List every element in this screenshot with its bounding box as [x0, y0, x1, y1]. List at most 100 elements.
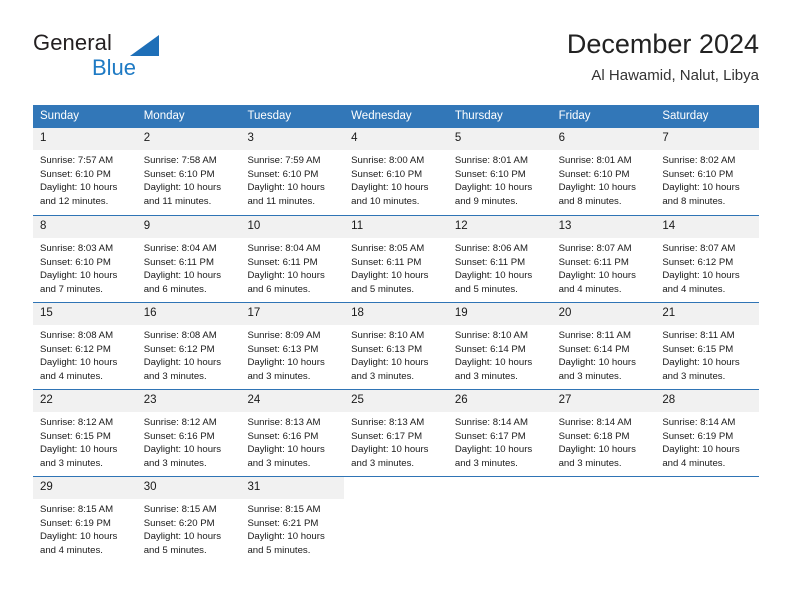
daylight-duration-line2: and 3 minutes. — [662, 370, 726, 382]
sunrise-time: Sunrise: 8:04 AM — [247, 243, 321, 254]
calendar-day-cell[interactable]: 22 Sunrise: 8:12 AM Sunset: 6:15 PM Dayligh… — [33, 390, 137, 476]
calendar-day-cell[interactable]: 11 Sunrise: 8:05 AM Sunset: 6:11 PM Dayligh… — [344, 216, 448, 302]
calendar-day-cell[interactable]: 30 Sunrise: 8:15 AM Sunset: 6:20 PM Dayligh… — [136, 477, 241, 563]
calendar-day-cell[interactable]: 1 Sunrise: 7:57 AM Sunset: 6:10 PM Daylight… — [33, 128, 137, 215]
daylight-duration-line2: and 4 minutes. — [662, 457, 726, 469]
calendar-day-cell[interactable]: 20 Sunrise: 8:11 AM Sunset: 6:14 PM Dayligh… — [551, 303, 656, 389]
daylight-duration-line2: and 9 minutes. — [454, 195, 518, 207]
calendar-week-row: 15 Sunrise: 8:08 AM Sunset: 6:12 PM Dayligh… — [33, 302, 760, 389]
day-number — [655, 477, 759, 499]
sunset-time: Sunset: 6:15 PM — [40, 430, 111, 442]
day-details: Sunrise: 8:11 AM Sunset: 6:14 PM Daylight:… — [552, 325, 656, 383]
calendar-day-cell[interactable]: 8 Sunrise: 8:03 AM Sunset: 6:10 PM Daylight… — [33, 216, 137, 302]
weekday-header-row: Sunday Monday Tuesday Wednesday Thursday… — [33, 105, 759, 128]
sunrise-time: Sunrise: 8:11 AM — [662, 330, 735, 341]
calendar-day-cell[interactable]: 26 Sunrise: 8:14 AM Sunset: 6:17 PM Dayligh… — [447, 390, 552, 476]
daylight-duration-line2: and 3 minutes. — [558, 457, 622, 469]
calendar-day-cell[interactable]: 13 Sunrise: 8:07 AM Sunset: 6:11 PM Dayligh… — [551, 216, 656, 302]
sunset-time: Sunset: 6:11 PM — [558, 256, 629, 268]
day-number: 20 — [551, 303, 656, 325]
daylight-duration-line1: Daylight: 10 hours — [454, 270, 533, 282]
sunset-time: Sunset: 6:10 PM — [558, 168, 630, 180]
day-details: Sunrise: 8:10 AM Sunset: 6:14 PM Daylight:… — [448, 325, 552, 383]
calendar-day-cell[interactable]: 14 Sunrise: 8:07 AM Sunset: 6:12 PM Dayligh… — [655, 216, 760, 302]
calendar-day-cell[interactable]: 3 Sunrise: 7:59 AM Sunset: 6:10 PM Daylight… — [240, 128, 345, 215]
calendar-week-row: 29 Sunrise: 8:15 AM Sunset: 6:19 PM Dayligh… — [33, 476, 759, 563]
sunrise-time: Sunrise: 8:14 AM — [662, 417, 736, 428]
daylight-duration-line2: and 5 minutes. — [143, 544, 207, 556]
sunset-time: Sunset: 6:13 PM — [247, 343, 319, 355]
calendar-day-cell[interactable]: 5 Sunrise: 8:01 AM Sunset: 6:10 PM Daylight… — [447, 128, 552, 215]
sunrise-time: Sunrise: 8:00 AM — [351, 155, 425, 166]
sunrise-time: Sunrise: 8:15 AM — [143, 504, 217, 515]
daylight-duration-line2: and 4 minutes. — [40, 370, 103, 382]
sunset-time: Sunset: 6:10 PM — [40, 168, 111, 180]
calendar-day-cell[interactable]: 27 Sunrise: 8:14 AM Sunset: 6:18 PM Dayligh… — [551, 390, 656, 476]
calendar-day-cell[interactable]: 12 Sunrise: 8:06 AM Sunset: 6:11 PM Dayligh… — [447, 216, 552, 302]
sunset-time: Sunset: 6:18 PM — [558, 430, 630, 442]
day-details: Sunrise: 8:12 AM Sunset: 6:15 PM Daylight:… — [33, 412, 137, 470]
sunset-time: Sunset: 6:11 PM — [351, 256, 422, 268]
day-details: Sunrise: 8:10 AM Sunset: 6:13 PM Daylight:… — [344, 325, 448, 383]
calendar-day-cell[interactable]: 16 Sunrise: 8:08 AM Sunset: 6:12 PM Dayligh… — [136, 303, 241, 389]
day-details: Sunrise: 8:06 AM Sunset: 6:11 PM Daylight:… — [448, 238, 552, 296]
day-details: Sunrise: 8:08 AM Sunset: 6:12 PM Daylight:… — [137, 325, 241, 383]
daylight-duration-line2: and 10 minutes. — [351, 195, 420, 207]
daylight-duration-line2: and 3 minutes. — [558, 370, 622, 382]
sunset-time: Sunset: 6:10 PM — [454, 168, 526, 180]
sunset-time: Sunset: 6:13 PM — [351, 343, 423, 355]
sunset-time: Sunset: 6:20 PM — [143, 517, 215, 529]
daylight-duration-line1: Daylight: 10 hours — [247, 444, 325, 456]
sunrise-time: Sunrise: 8:09 AM — [247, 330, 321, 341]
weekday-header-tuesday: Tuesday — [247, 110, 292, 122]
sunrise-time: Sunrise: 8:07 AM — [662, 243, 736, 254]
day-details — [344, 499, 448, 503]
calendar-day-cell[interactable]: 23 Sunrise: 8:12 AM Sunset: 6:16 PM Dayligh… — [136, 390, 241, 476]
calendar-day-cell-empty — [344, 477, 448, 563]
day-number: 4 — [344, 128, 448, 150]
calendar-day-cell[interactable]: 2 Sunrise: 7:58 AM Sunset: 6:10 PM Daylight… — [136, 128, 241, 215]
calendar-day-cell[interactable]: 31 Sunrise: 8:15 AM Sunset: 6:21 PM Dayligh… — [240, 477, 345, 563]
daylight-duration-line1: Daylight: 10 hours — [351, 270, 429, 282]
calendar-day-cell[interactable]: 21 Sunrise: 8:11 AM Sunset: 6:15 PM Dayligh… — [655, 303, 760, 389]
day-details: Sunrise: 7:59 AM Sunset: 6:10 PM Daylight:… — [240, 150, 344, 208]
day-number: 26 — [447, 390, 552, 412]
sunset-time: Sunset: 6:19 PM — [662, 430, 734, 442]
calendar-day-cell[interactable]: 18 Sunrise: 8:10 AM Sunset: 6:13 PM Dayligh… — [344, 303, 448, 389]
daylight-duration-line1: Daylight: 10 hours — [247, 531, 325, 543]
day-number: 7 — [655, 128, 760, 150]
calendar-day-cell[interactable]: 15 Sunrise: 8:08 AM Sunset: 6:12 PM Dayligh… — [33, 303, 137, 389]
daylight-duration-line1: Daylight: 10 hours — [662, 357, 740, 369]
day-details: Sunrise: 8:02 AM Sunset: 6:10 PM Daylight:… — [655, 150, 759, 208]
calendar-day-cell[interactable]: 25 Sunrise: 8:13 AM Sunset: 6:17 PM Dayligh… — [344, 390, 448, 476]
daylight-duration-line1: Daylight: 10 hours — [247, 357, 325, 369]
calendar-day-cell[interactable]: 6 Sunrise: 8:01 AM Sunset: 6:10 PM Daylight… — [551, 128, 656, 215]
day-number: 31 — [240, 477, 345, 499]
calendar-day-cell[interactable]: 4 Sunrise: 8:00 AM Sunset: 6:10 PM Daylight… — [344, 128, 448, 215]
day-number: 12 — [447, 216, 552, 238]
daylight-duration-line1: Daylight: 10 hours — [351, 182, 429, 194]
sunset-time: Sunset: 6:16 PM — [143, 430, 215, 442]
day-number: 16 — [136, 303, 241, 325]
sunset-time: Sunset: 6:11 PM — [247, 256, 318, 268]
calendar-day-cell[interactable]: 19 Sunrise: 8:10 AM Sunset: 6:14 PM Dayligh… — [447, 303, 552, 389]
sunrise-time: Sunrise: 8:15 AM — [40, 504, 114, 515]
day-details: Sunrise: 8:09 AM Sunset: 6:13 PM Daylight:… — [240, 325, 344, 383]
sunset-time: Sunset: 6:10 PM — [351, 168, 423, 180]
weekday-header-monday: Monday — [143, 110, 185, 122]
generalblue-logo[interactable]: General Blue — [33, 28, 253, 86]
day-details: Sunrise: 8:00 AM Sunset: 6:10 PM Daylight:… — [344, 150, 448, 208]
calendar-day-cell[interactable]: 29 Sunrise: 8:15 AM Sunset: 6:19 PM Dayligh… — [33, 477, 137, 563]
calendar-day-cell[interactable]: 7 Sunrise: 8:02 AM Sunset: 6:10 PM Daylight… — [655, 128, 760, 215]
sunset-time: Sunset: 6:12 PM — [143, 343, 215, 355]
calendar-day-cell[interactable]: 28 Sunrise: 8:14 AM Sunset: 6:19 PM Dayligh… — [655, 390, 760, 476]
sunset-time: Sunset: 6:10 PM — [40, 256, 111, 268]
calendar-day-cell[interactable]: 24 Sunrise: 8:13 AM Sunset: 6:16 PM Dayligh… — [240, 390, 345, 476]
calendar-day-cell[interactable]: 10 Sunrise: 8:04 AM Sunset: 6:11 PM Dayligh… — [240, 216, 345, 302]
day-number: 25 — [344, 390, 448, 412]
calendar-day-cell[interactable]: 9 Sunrise: 8:04 AM Sunset: 6:11 PM Daylight… — [136, 216, 241, 302]
day-details: Sunrise: 8:01 AM Sunset: 6:10 PM Daylight:… — [448, 150, 552, 208]
sunset-time: Sunset: 6:21 PM — [247, 517, 319, 529]
calendar-day-cell[interactable]: 17 Sunrise: 8:09 AM Sunset: 6:13 PM Dayligh… — [240, 303, 345, 389]
calendar-day-cell-empty — [552, 477, 656, 563]
